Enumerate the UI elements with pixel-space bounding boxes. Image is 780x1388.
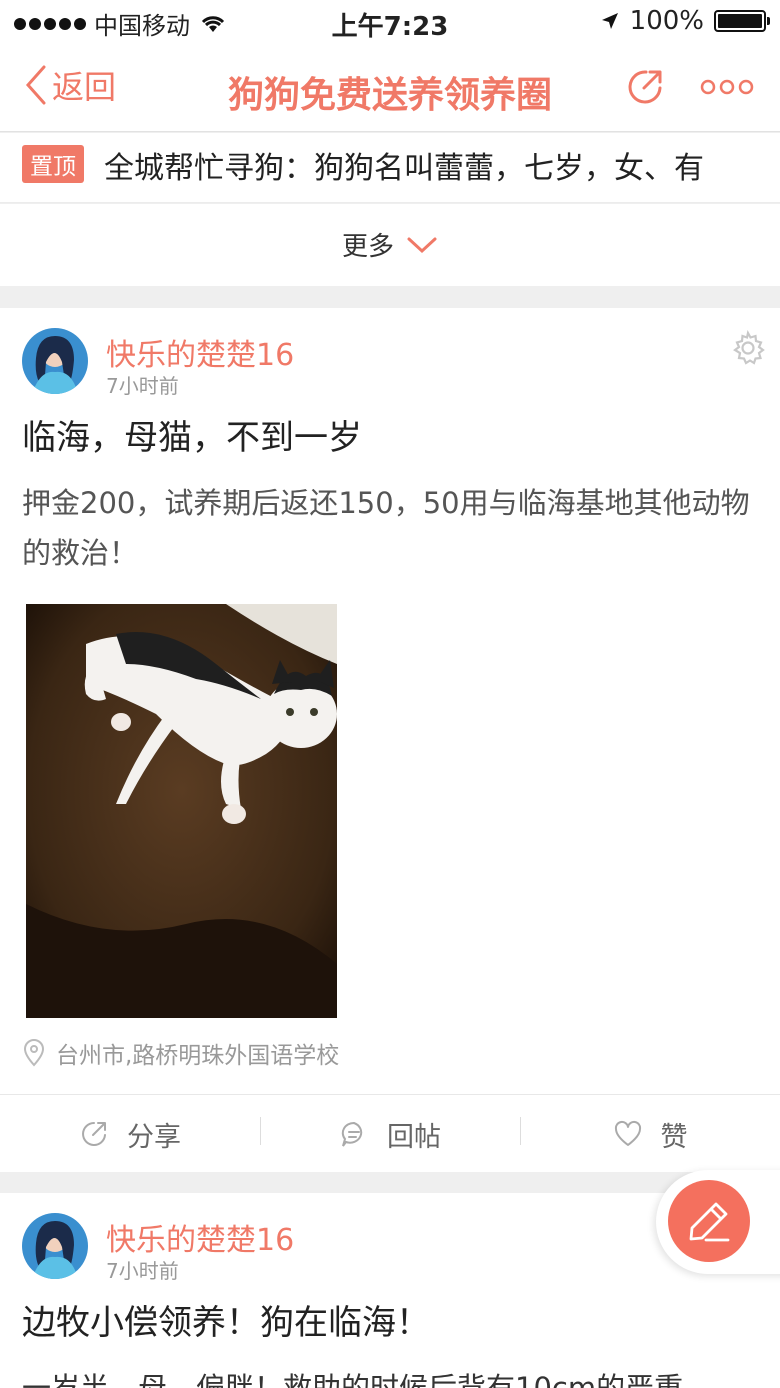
heart-icon (614, 1120, 641, 1146)
reply-label: 回帖 (387, 1121, 441, 1153)
pinned-post[interactable]: 置顶 全城帮忙寻狗：狗狗名叫蕾蕾，七岁，女、有 (0, 133, 780, 203)
nav-bar: 返回 狗狗免费送养领养圈 (0, 44, 780, 132)
post-time: 7小时前 (106, 374, 179, 398)
post-body: 押金200，试养期后返还150，50用与临海基地其他动物的救治！ (22, 486, 750, 570)
carrier-label: 中国移动 (94, 12, 190, 40)
cat-photo (26, 604, 337, 1018)
post-card: 快乐的楚楚16 7小时前 临海，母猫，不到一岁 押金200，试养期后返还150，… (0, 308, 780, 1172)
compose-fab-container (656, 1170, 780, 1274)
post-title: 边牧小偿领养！狗在临海！ (22, 1303, 430, 1343)
status-right: 100% (600, 6, 770, 36)
avatar-image (22, 328, 88, 394)
pencil-icon (689, 1202, 730, 1242)
chevron-left-icon (25, 65, 46, 105)
location-text: 台州市,路桥明珠外国语学校 (56, 1043, 340, 1069)
back-button[interactable]: 返回 (22, 62, 116, 108)
post-actions: 分享 回帖 赞 (0, 1094, 780, 1172)
gear-icon[interactable] (730, 330, 766, 366)
battery-percent: 100% (629, 6, 704, 36)
compose-button[interactable] (668, 1180, 750, 1262)
share-label: 分享 (127, 1121, 181, 1153)
chevron-down-icon (407, 237, 437, 253)
avatar[interactable] (22, 1213, 88, 1279)
pinned-badge: 置顶 (22, 145, 84, 183)
post-location[interactable]: 台州市,路桥明珠外国语学校 (22, 1036, 339, 1070)
share-icon[interactable] (624, 66, 666, 108)
more-label: 更多 (341, 232, 394, 262)
avatar-image (22, 1213, 88, 1279)
post-username[interactable]: 快乐的楚楚16 (106, 330, 294, 374)
like-button[interactable]: 赞 (520, 1095, 780, 1173)
status-bar: 中国移动 上午7:23 100% (0, 0, 780, 44)
more-row: 更多 (0, 204, 780, 286)
like-label: 赞 (660, 1121, 688, 1153)
post-image[interactable] (26, 604, 337, 1018)
post-username[interactable]: 快乐的楚楚16 (106, 1215, 294, 1259)
pinned-text: 全城帮忙寻狗：狗狗名叫蕾蕾，七岁，女、有 (104, 151, 704, 186)
avatar[interactable] (22, 328, 88, 394)
back-label: 返回 (52, 68, 117, 106)
post-time: 7小时前 (106, 1259, 179, 1283)
reply-button[interactable]: 回帖 (260, 1095, 520, 1173)
share-button[interactable]: 分享 (0, 1095, 260, 1173)
post-title: 临海，母猫，不到一岁 (22, 418, 362, 458)
location-arrow-icon (601, 13, 618, 29)
share-icon (82, 1122, 106, 1146)
comment-icon (341, 1121, 363, 1147)
wifi-icon (201, 15, 225, 32)
signal-icon (14, 17, 86, 30)
more-icon[interactable] (700, 74, 754, 100)
battery-icon (714, 10, 770, 32)
post-body: 一岁半，母，偏胖！救助的时候后背有10cm的严重 (22, 1371, 684, 1388)
status-left: 中国移动 (14, 6, 226, 41)
location-pin-icon (23, 1039, 45, 1067)
more-button[interactable]: 更多 (0, 226, 780, 263)
